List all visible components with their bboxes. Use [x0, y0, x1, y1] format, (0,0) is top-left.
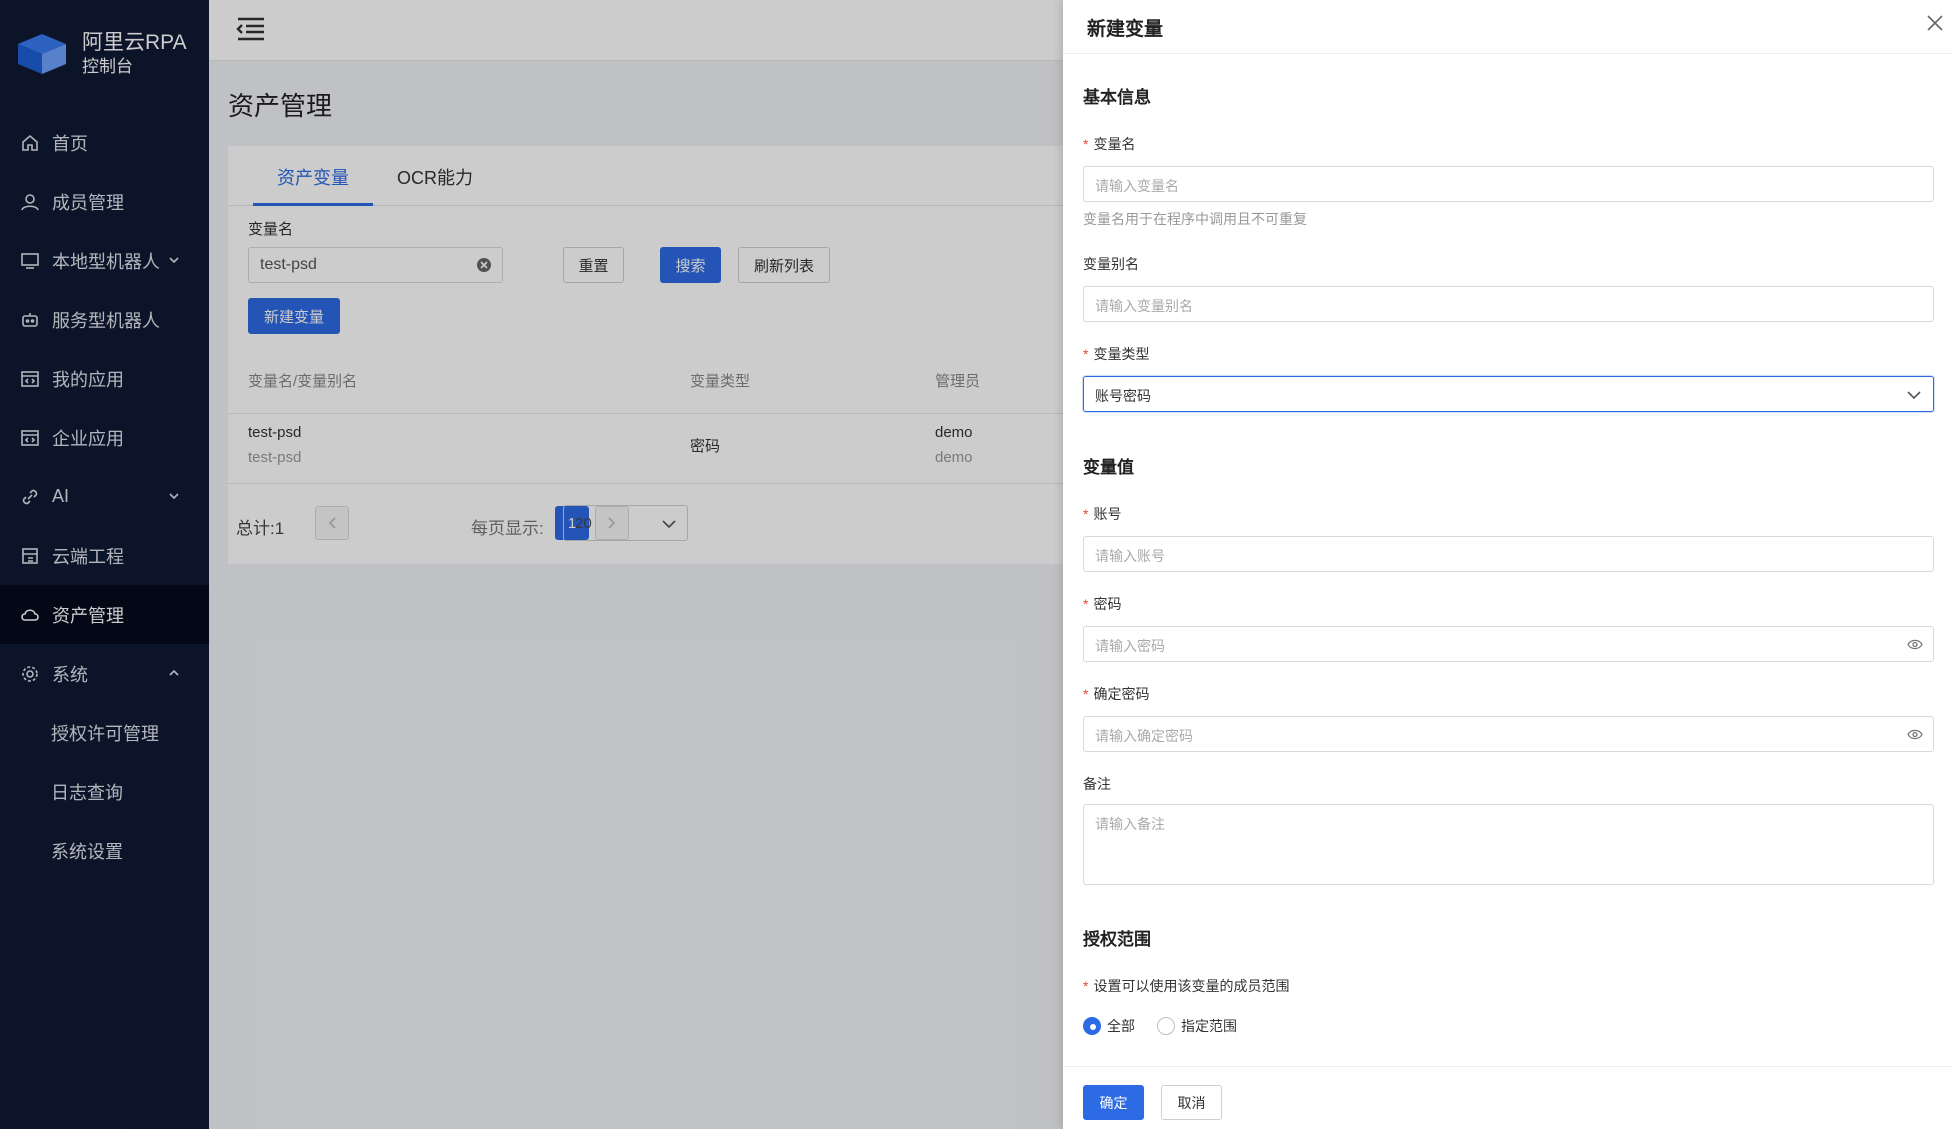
radio-label: 指定范围 [1181, 1018, 1237, 1034]
label-text: 账号 [1093, 506, 1122, 522]
chevron-down-icon [1907, 391, 1921, 400]
variable-name-input[interactable]: 请输入变量名 [1083, 166, 1934, 202]
required-mark: * [1083, 346, 1089, 362]
variable-name-label: * 变量名 [1083, 134, 1135, 154]
modal-overlay[interactable] [0, 0, 1063, 1129]
required-mark: * [1083, 686, 1089, 702]
account-label: * 账号 [1083, 504, 1121, 524]
section-variable-value: 变量值 [1083, 458, 1134, 477]
drawer-title: 新建变量 [1087, 19, 1164, 40]
required-mark: * [1083, 596, 1089, 612]
note-textarea[interactable]: 请输入备注 [1083, 804, 1934, 885]
eye-icon[interactable] [1907, 638, 1923, 651]
section-scope: 授权范围 [1083, 930, 1151, 949]
required-mark: * [1083, 978, 1089, 994]
eye-icon[interactable] [1907, 728, 1923, 741]
scope-specific-radio[interactable]: 指定范围 [1157, 1016, 1237, 1036]
confirm-password-input[interactable]: 请输入确定密码 [1083, 716, 1934, 752]
select-value: 账号密码 [1095, 388, 1151, 404]
drawer-header: 新建变量 [1063, 0, 1952, 54]
input-placeholder: 请输入备注 [1095, 816, 1165, 832]
input-placeholder: 请输入变量名 [1095, 178, 1179, 194]
variable-alias-input[interactable]: 请输入变量别名 [1083, 286, 1934, 322]
cancel-button[interactable]: 取消 [1161, 1085, 1222, 1120]
variable-type-label: * 变量类型 [1083, 344, 1149, 364]
radio-dot [1157, 1017, 1175, 1035]
note-label: 备注 [1083, 776, 1111, 792]
label-text: 设置可以使用该变量的成员范围 [1093, 978, 1290, 994]
input-placeholder: 请输入账号 [1095, 548, 1165, 564]
variable-type-select[interactable]: 账号密码 [1083, 376, 1934, 412]
variable-alias-label: 变量别名 [1083, 256, 1139, 272]
label-text: 变量名 [1093, 136, 1136, 152]
password-label: * 密码 [1083, 594, 1121, 614]
radio-label: 全部 [1107, 1018, 1135, 1034]
input-placeholder: 请输入确定密码 [1095, 728, 1193, 744]
input-placeholder: 请输入密码 [1095, 638, 1165, 654]
variable-name-hint: 变量名用于在程序中调用且不可重复 [1083, 211, 1307, 227]
new-variable-drawer: 新建变量 基本信息 * 变量名 请输入变量名 变量名用于在程序中调用且不可重复 变… [1063, 0, 1952, 1129]
radio-dot [1083, 1017, 1101, 1035]
label-text: 确定密码 [1093, 686, 1150, 702]
label-text: 变量类型 [1093, 346, 1150, 362]
scope-all-radio[interactable]: 全部 [1083, 1016, 1135, 1036]
account-input[interactable]: 请输入账号 [1083, 536, 1934, 572]
required-mark: * [1083, 136, 1089, 152]
confirm-password-label: * 确定密码 [1083, 684, 1149, 704]
required-mark: * [1083, 506, 1089, 522]
password-input[interactable]: 请输入密码 [1083, 626, 1934, 662]
label-text: 密码 [1093, 596, 1122, 612]
confirm-button[interactable]: 确定 [1083, 1085, 1144, 1120]
input-placeholder: 请输入变量别名 [1095, 298, 1193, 314]
section-basic-info: 基本信息 [1083, 88, 1151, 107]
drawer-footer: 确定 取消 [1063, 1066, 1952, 1129]
scope-label: * 设置可以使用该变量的成员范围 [1083, 976, 1289, 996]
close-icon[interactable] [1926, 14, 1944, 32]
